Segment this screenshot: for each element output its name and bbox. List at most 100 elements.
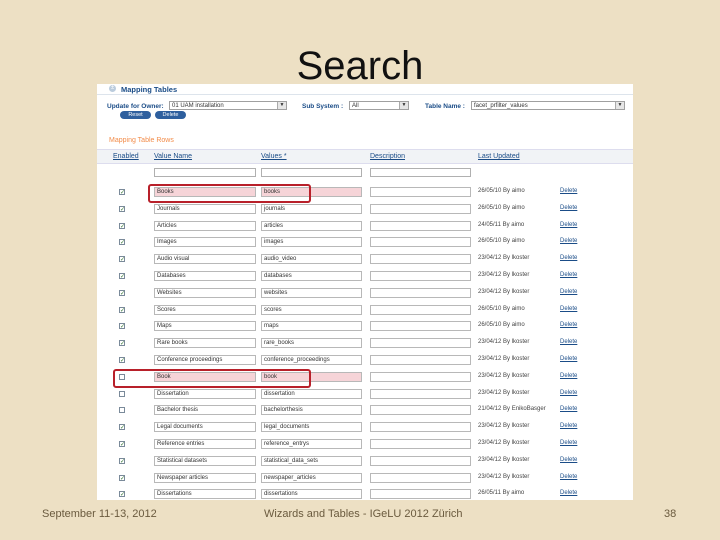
- enabled-checkbox[interactable]: [119, 390, 125, 397]
- value-name-input[interactable]: Dissertations: [154, 489, 256, 500]
- enabled-checkbox[interactable]: ✓: [119, 306, 125, 314]
- delete-link[interactable]: Delete: [560, 440, 577, 446]
- delete-link[interactable]: Delete: [560, 339, 577, 345]
- value-name-input[interactable]: Legal documents: [154, 422, 256, 433]
- column-enabled[interactable]: Enabled: [113, 153, 139, 160]
- description-input[interactable]: [370, 472, 471, 483]
- description-input[interactable]: [370, 220, 471, 231]
- description-input[interactable]: [370, 203, 471, 214]
- enabled-checkbox[interactable]: ✓: [119, 239, 125, 246]
- value-name-input[interactable]: Journals: [154, 203, 256, 214]
- enabled-checkbox[interactable]: ✓: [119, 189, 125, 196]
- enabled-checkbox[interactable]: ✓: [119, 440, 125, 448]
- enabled-checkbox[interactable]: ✓: [119, 272, 125, 280]
- delete-link[interactable]: Delete: [560, 222, 577, 228]
- delete-link[interactable]: Delete: [560, 474, 577, 480]
- delete-button[interactable]: Delete: [155, 111, 186, 119]
- value-name-input[interactable]: Conference proceedings: [154, 354, 256, 365]
- enabled-checkbox[interactable]: ✓: [119, 205, 125, 213]
- column-value-name[interactable]: Value Name: [154, 153, 192, 160]
- value-name-input[interactable]: Dissertation: [154, 388, 256, 399]
- value-name-input[interactable]: Audio visual: [154, 254, 256, 265]
- values-input[interactable]: scores: [261, 304, 362, 315]
- delete-link[interactable]: Delete: [560, 188, 577, 194]
- column-description[interactable]: Description: [370, 153, 405, 160]
- column-last-updated[interactable]: Last Updated: [478, 153, 520, 160]
- description-input[interactable]: [370, 338, 471, 349]
- subsystem-select[interactable]: All ▼: [349, 101, 409, 110]
- value-name-input[interactable]: Websites: [154, 287, 256, 298]
- values-input[interactable]: bachelorthesis: [261, 405, 362, 416]
- description-input[interactable]: [370, 388, 471, 399]
- values-filter-input[interactable]: [261, 168, 362, 177]
- value-name-input[interactable]: Newspaper articles: [154, 472, 256, 483]
- enabled-checkbox[interactable]: ✓: [119, 491, 125, 498]
- value-name-input[interactable]: Rare books: [154, 338, 256, 349]
- value-name-input[interactable]: Articles: [154, 220, 256, 231]
- enabled-checkbox[interactable]: ✓: [119, 424, 125, 431]
- values-input[interactable]: reference_entrys: [261, 438, 362, 449]
- enabled-checkbox[interactable]: ✓: [119, 256, 125, 263]
- values-input[interactable]: images: [261, 237, 362, 248]
- description-input[interactable]: [370, 422, 471, 433]
- delete-link[interactable]: Delete: [560, 322, 577, 328]
- delete-link[interactable]: Delete: [560, 356, 577, 362]
- delete-link[interactable]: Delete: [560, 238, 577, 244]
- column-values[interactable]: Values *: [261, 153, 287, 160]
- delete-link[interactable]: Delete: [560, 205, 577, 211]
- delete-link[interactable]: Delete: [560, 490, 577, 496]
- delete-link[interactable]: Delete: [560, 406, 577, 412]
- reset-button[interactable]: Reset: [120, 111, 151, 119]
- delete-link[interactable]: Delete: [560, 423, 577, 429]
- description-input[interactable]: [370, 354, 471, 365]
- description-input[interactable]: [370, 489, 471, 500]
- table-name-select[interactable]: facet_prfilter_values ▼: [471, 101, 625, 110]
- values-input[interactable]: statistical_data_sets: [261, 455, 362, 466]
- value-name-input[interactable]: Maps: [154, 321, 256, 332]
- description-input[interactable]: [370, 287, 471, 298]
- value-name-input[interactable]: Statistical datasets: [154, 455, 256, 466]
- delete-link[interactable]: Delete: [560, 255, 577, 261]
- value-name-filter-input[interactable]: [154, 168, 256, 177]
- description-input[interactable]: [370, 237, 471, 248]
- enabled-checkbox[interactable]: [119, 407, 125, 414]
- description-input[interactable]: [370, 270, 471, 281]
- owner-select[interactable]: 01 UAM installation ▼: [169, 101, 287, 110]
- enabled-checkbox[interactable]: ✓: [119, 323, 125, 330]
- delete-link[interactable]: Delete: [560, 289, 577, 295]
- value-name-input[interactable]: Bachelor thesis: [154, 405, 256, 416]
- description-input[interactable]: [370, 455, 471, 466]
- enabled-checkbox[interactable]: ✓: [119, 356, 125, 364]
- values-input[interactable]: dissertation: [261, 388, 362, 399]
- value-name-input[interactable]: Reference entries: [154, 438, 256, 449]
- values-input[interactable]: databases: [261, 270, 362, 281]
- description-filter-input[interactable]: [370, 168, 471, 177]
- value-name-input[interactable]: Databases: [154, 270, 256, 281]
- values-input[interactable]: dissertations: [261, 489, 362, 500]
- delete-link[interactable]: Delete: [560, 306, 577, 312]
- value-name-input[interactable]: Images: [154, 237, 256, 248]
- description-input[interactable]: [370, 405, 471, 416]
- delete-link[interactable]: Delete: [560, 272, 577, 278]
- values-input[interactable]: audio_video: [261, 254, 362, 265]
- description-input[interactable]: [370, 371, 471, 382]
- description-input[interactable]: [370, 321, 471, 332]
- values-input[interactable]: maps: [261, 321, 362, 332]
- enabled-checkbox[interactable]: ✓: [119, 457, 125, 465]
- description-input[interactable]: [370, 254, 471, 265]
- enabled-checkbox[interactable]: ✓: [119, 340, 125, 347]
- values-input[interactable]: journals: [261, 203, 362, 214]
- value-name-input[interactable]: Scores: [154, 304, 256, 315]
- values-input[interactable]: rare_books: [261, 338, 362, 349]
- enabled-checkbox[interactable]: ✓: [119, 222, 125, 230]
- enabled-checkbox[interactable]: ✓: [119, 474, 125, 482]
- values-input[interactable]: legal_documents: [261, 422, 362, 433]
- values-input[interactable]: websites: [261, 287, 362, 298]
- description-input[interactable]: [370, 187, 471, 197]
- delete-link[interactable]: Delete: [560, 390, 577, 396]
- delete-link[interactable]: Delete: [560, 457, 577, 463]
- enabled-checkbox[interactable]: ✓: [119, 289, 125, 297]
- values-input[interactable]: articles: [261, 220, 362, 231]
- description-input[interactable]: [370, 304, 471, 315]
- delete-link[interactable]: Delete: [560, 373, 577, 379]
